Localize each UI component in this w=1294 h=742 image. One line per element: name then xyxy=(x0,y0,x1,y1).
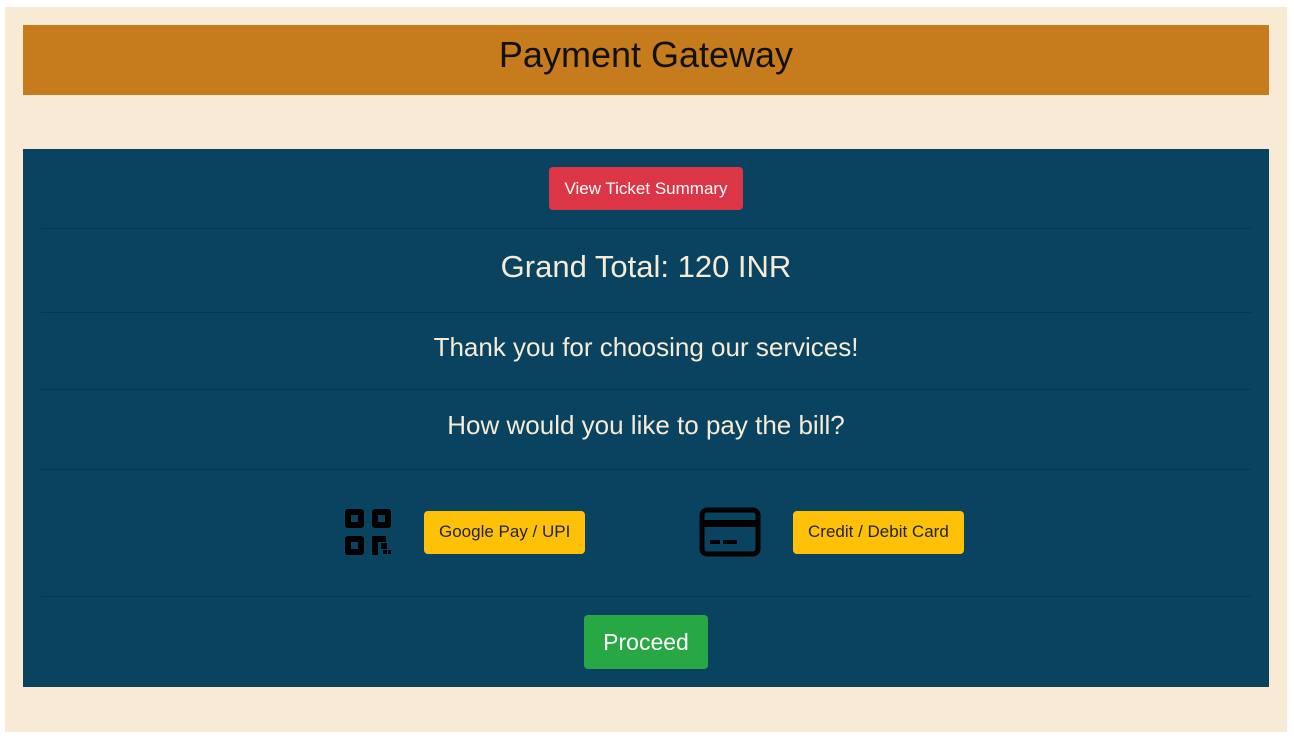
proceed-row: Proceed xyxy=(41,615,1251,669)
proceed-button[interactable]: Proceed xyxy=(584,615,708,669)
credit-debit-card-button[interactable]: Credit / Debit Card xyxy=(793,510,964,554)
qr-code-icon xyxy=(343,507,393,557)
summary-row: View Ticket Summary xyxy=(41,167,1251,210)
payment-panel: View Ticket Summary Grand Total: 120 INR… xyxy=(23,149,1269,687)
credit-card-icon xyxy=(699,507,761,557)
payment-question: How would you like to pay the bill? xyxy=(447,409,845,440)
upi-option: Google Pay / UPI xyxy=(343,507,586,557)
divider xyxy=(41,228,1251,229)
grand-total: Grand Total: 120 INR xyxy=(500,249,792,284)
divider xyxy=(41,469,1251,470)
page-background: Payment Gateway View Ticket Summary Gran… xyxy=(5,7,1287,732)
google-pay-upi-button[interactable]: Google Pay / UPI xyxy=(424,510,586,554)
thank-you-message: Thank you for choosing our services! xyxy=(433,331,859,362)
grand-total-row: Grand Total: 120 INR xyxy=(41,243,1251,291)
thanks-row: Thank you for choosing our services! xyxy=(41,327,1251,367)
page-title: Payment Gateway xyxy=(498,34,794,75)
divider xyxy=(41,596,1251,597)
view-ticket-summary-button[interactable]: View Ticket Summary xyxy=(549,167,743,210)
card-option: Credit / Debit Card xyxy=(699,507,964,557)
divider xyxy=(41,389,1251,390)
divider xyxy=(41,312,1251,313)
page-header: Payment Gateway xyxy=(23,25,1269,95)
question-row: How would you like to pay the bill? xyxy=(41,405,1251,445)
